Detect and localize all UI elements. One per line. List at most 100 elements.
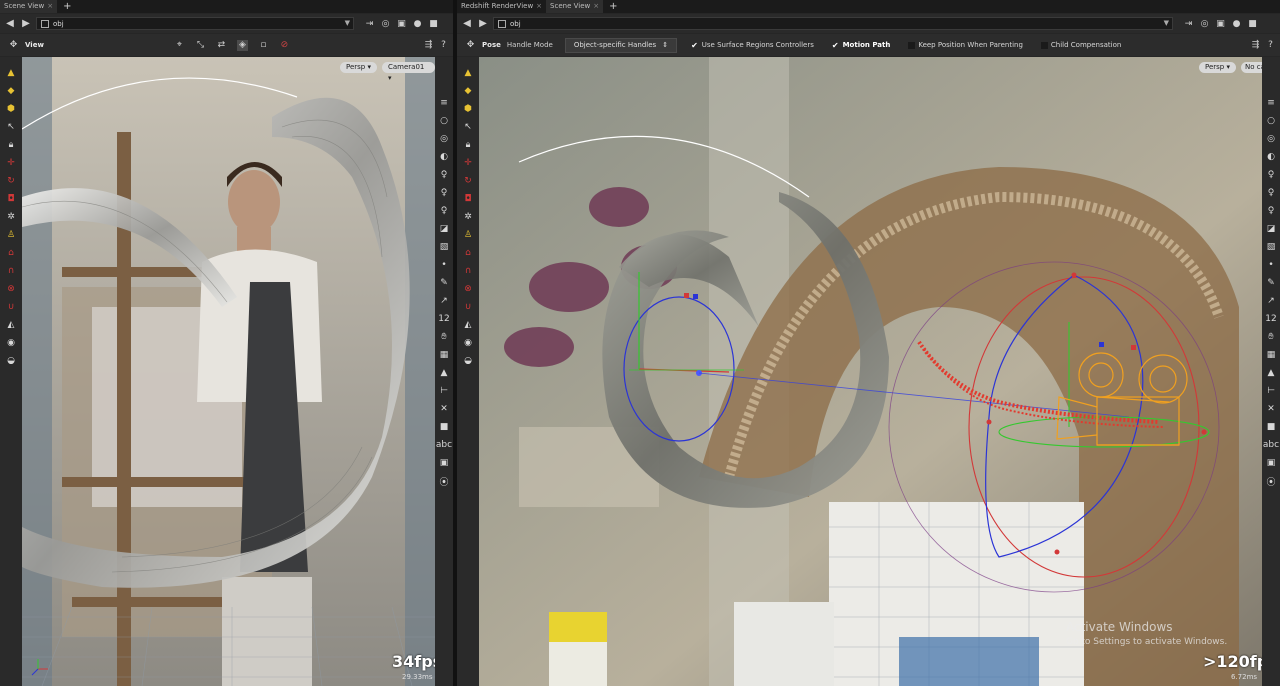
select-objects-icon[interactable]: ⬢ xyxy=(5,103,17,115)
camera-view-icon[interactable]: ◉ xyxy=(5,337,17,349)
grid-icon[interactable]: ▦ xyxy=(1265,349,1277,361)
select-points-icon[interactable]: ◆ xyxy=(462,85,474,97)
number-icon[interactable]: 12 xyxy=(1265,313,1277,325)
network-path-field[interactable]: obj ▼ xyxy=(493,17,1173,30)
persp-button-right[interactable]: Persp ▾ xyxy=(1199,62,1236,73)
help-circle-icon[interactable]: ● xyxy=(412,18,423,29)
brush-icon[interactable]: ⌂ xyxy=(5,247,17,259)
forward-arrow-icon[interactable]: ▶ xyxy=(477,18,489,29)
diff-icon[interactable]: ⊢ xyxy=(1265,385,1277,397)
handle-icon[interactable]: ✲ xyxy=(462,211,474,223)
help-circle-icon[interactable]: ● xyxy=(1231,18,1242,29)
bulb3-icon[interactable]: ♀ xyxy=(1265,205,1277,217)
viewport-left[interactable]: Persp ▾ Camera01 ▾ 34fps 29.33ms xyxy=(22,57,435,686)
close-tab-icon[interactable]: × xyxy=(536,0,542,13)
snap-icon[interactable]: ⊗ xyxy=(5,283,17,295)
bulb-icon[interactable]: ♀ xyxy=(1265,169,1277,181)
add-tab-icon[interactable]: + xyxy=(57,0,77,13)
chevron-down-icon[interactable]: ▼ xyxy=(1164,19,1169,27)
settings-icon[interactable]: ⇶ xyxy=(423,40,434,51)
maximize-pane-icon[interactable]: ■ xyxy=(1247,18,1258,29)
abc-icon[interactable]: abc xyxy=(1263,439,1279,451)
lock-icon[interactable]: 🔒︎ xyxy=(462,139,474,151)
forward-arrow-icon[interactable]: ▶ xyxy=(20,18,32,29)
rotate-icon[interactable]: ↻ xyxy=(462,175,474,187)
dot-icon[interactable]: • xyxy=(1265,259,1277,271)
back-arrow-icon[interactable]: ◀ xyxy=(4,18,16,29)
display-options-icon[interactable]: ▣ xyxy=(1215,18,1226,29)
transform-icon[interactable]: ✛ xyxy=(462,157,474,169)
pointer-icon[interactable]: ↖ xyxy=(5,121,17,133)
tumble-icon[interactable]: ⌖ xyxy=(174,40,185,51)
box-zoom-icon[interactable]: ◈ xyxy=(236,39,248,51)
cube2-icon[interactable]: ▧ xyxy=(1265,241,1277,253)
pin-icon[interactable]: ⇥ xyxy=(364,18,375,29)
image-icon[interactable]: ▣ xyxy=(1265,457,1277,469)
pen2-icon[interactable]: ↗ xyxy=(1265,295,1277,307)
shade-icon[interactable]: ◐ xyxy=(1265,151,1277,163)
camera-button-left[interactable]: Camera01 ▾ xyxy=(382,62,435,82)
add-tab-icon[interactable]: + xyxy=(603,0,623,13)
cross-icon[interactable]: ✕ xyxy=(1265,403,1277,415)
help-icon[interactable]: ? xyxy=(1265,40,1276,51)
viewport-right[interactable]: Persp ▾ No cam ▾ Activate Windows Go to … xyxy=(479,57,1262,686)
dolly-icon[interactable]: ⇄ xyxy=(216,40,227,51)
pose-icon[interactable]: ♙ xyxy=(462,229,474,241)
view-icon[interactable]: ◭ xyxy=(462,319,474,331)
pen-icon[interactable]: ✎ xyxy=(438,277,450,289)
dot-icon[interactable]: • xyxy=(438,259,450,271)
settings-icon[interactable]: ⇶ xyxy=(1250,40,1261,51)
cube2-icon[interactable]: ▧ xyxy=(438,241,450,253)
maximize-pane-icon[interactable]: ■ xyxy=(428,18,439,29)
scale-icon[interactable]: ◘ xyxy=(462,193,474,205)
render-icon[interactable]: ◒ xyxy=(462,355,474,367)
diff-icon[interactable]: ⊢ xyxy=(438,385,450,397)
flag-icon[interactable]: ▲ xyxy=(1265,367,1277,379)
camera-view-icon[interactable]: ◉ xyxy=(462,337,474,349)
hand-icon[interactable]: ✋︎ xyxy=(1265,331,1277,343)
view-icon[interactable]: ◭ xyxy=(5,319,17,331)
persp-button-left[interactable]: Persp ▾ xyxy=(340,62,377,73)
pen-icon[interactable]: ✎ xyxy=(1265,277,1277,289)
motion-path-checkbox[interactable]: ✔ Motion Path xyxy=(832,41,890,50)
record-icon[interactable]: ⊘ xyxy=(279,40,290,51)
cube-icon[interactable]: ◪ xyxy=(438,223,450,235)
tab-scene-view-left[interactable]: Scene View × xyxy=(0,0,58,13)
display-icon[interactable]: ≡ xyxy=(1265,97,1277,109)
link-icon[interactable]: ◎ xyxy=(380,18,391,29)
pointer-icon[interactable]: ↖ xyxy=(462,121,474,133)
bulb2-icon[interactable]: ♀ xyxy=(438,187,450,199)
display-icon[interactable]: ≡ xyxy=(438,97,450,109)
pen2-icon[interactable]: ↗ xyxy=(438,295,450,307)
brush-icon[interactable]: ⌂ xyxy=(462,247,474,259)
scale-icon[interactable]: ◘ xyxy=(5,193,17,205)
square-icon[interactable]: ■ xyxy=(1265,421,1277,433)
keep-position-checkbox[interactable]: Keep Position When Parenting xyxy=(908,41,1023,49)
square-icon[interactable]: ■ xyxy=(438,421,450,433)
handle-mode-select[interactable]: Object-specific Handles ⇕ xyxy=(564,37,678,53)
tab-redshift-renderview[interactable]: Redshift RenderView × xyxy=(457,0,546,13)
select-tool-icon[interactable]: ▲ xyxy=(462,67,474,79)
close-tab-icon[interactable]: × xyxy=(593,0,599,13)
flag-icon[interactable]: ▲ xyxy=(438,367,450,379)
magnet-icon[interactable]: ∩ xyxy=(5,265,17,277)
render-icon[interactable]: ◒ xyxy=(5,355,17,367)
bulb3-icon[interactable]: ♀ xyxy=(438,205,450,217)
use-surface-regions-checkbox[interactable]: ✔ Use Surface Regions Controllers xyxy=(691,41,814,50)
light-icon[interactable]: ○ xyxy=(1265,115,1277,127)
magnet-icon[interactable]: ∩ xyxy=(462,265,474,277)
wire-icon[interactable]: ◎ xyxy=(438,133,450,145)
image-icon[interactable]: ▣ xyxy=(438,457,450,469)
select-objects-icon[interactable]: ⬢ xyxy=(462,103,474,115)
cross-icon[interactable]: ✕ xyxy=(438,403,450,415)
shade-icon[interactable]: ◐ xyxy=(438,151,450,163)
no-cam-button-right[interactable]: No cam ▾ xyxy=(1241,62,1262,73)
lock-icon[interactable]: 🔒︎ xyxy=(5,139,17,151)
network-path-field[interactable]: obj ▼ xyxy=(36,17,354,30)
handle-icon[interactable]: ✲ xyxy=(5,211,17,223)
pin-icon[interactable]: ⇥ xyxy=(1183,18,1194,29)
help-icon[interactable]: ? xyxy=(438,40,449,51)
pose-icon[interactable]: ♙ xyxy=(5,229,17,241)
snap-grid-icon[interactable]: ∪ xyxy=(462,301,474,313)
rotate-icon[interactable]: ↻ xyxy=(5,175,17,187)
